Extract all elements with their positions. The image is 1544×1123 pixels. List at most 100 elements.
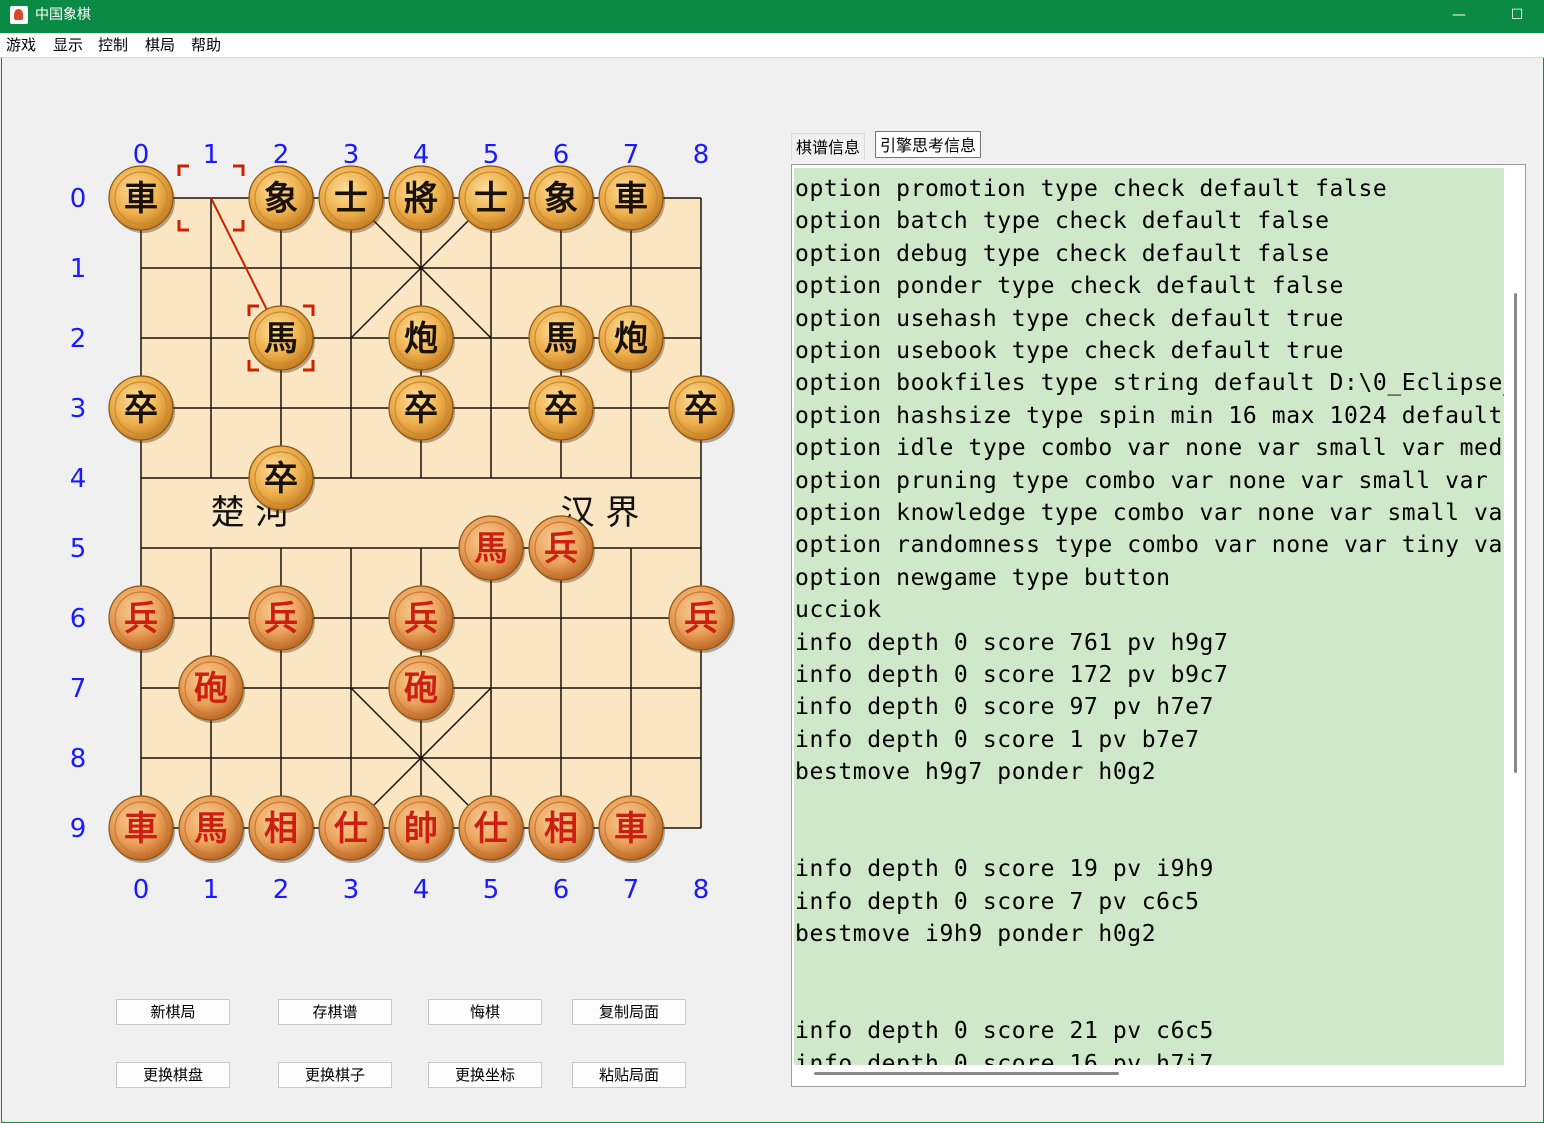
change-coords-button[interactable]: 更换坐标 (428, 1062, 542, 1088)
tab-engine-thinking[interactable]: 引擎思考信息 (875, 131, 982, 158)
log-line: option knowledge type combo var none var… (795, 500, 1504, 526)
piece-char: 卒 (544, 389, 578, 429)
paste-position-button[interactable]: 粘贴局面 (572, 1062, 686, 1088)
log-line: option ponder type check default false (795, 273, 1344, 300)
tab-record-info[interactable]: 棋谱信息 (791, 133, 866, 160)
piece-char: 仕 (334, 809, 368, 849)
col-label-bottom: 6 (553, 875, 570, 905)
piece-char: 炮 (404, 319, 438, 359)
log-line: option randomness type combo var none va… (795, 532, 1504, 559)
piece-char: 兵 (684, 599, 718, 639)
log-line: option newgame type button (795, 564, 1171, 591)
log-line: option promotion type check default fals… (795, 176, 1388, 202)
piece-char: 馬 (264, 319, 298, 359)
red-piece[interactable]: 馬 (178, 795, 245, 863)
col-label-top: 8 (693, 140, 710, 170)
log-line: info depth 0 score 19 pv i9h9 (795, 856, 1214, 883)
piece-char: 車 (124, 179, 158, 219)
log-line: option pruning type combo var none var s… (795, 467, 1504, 494)
piece-char: 士 (474, 179, 508, 219)
engine-log-panel[interactable]: option promotion type check default fals… (791, 164, 1526, 1087)
new-game-button[interactable]: 新棋局 (116, 999, 230, 1025)
log-line: info depth 0 score 21 pv c6c5 (795, 1018, 1214, 1045)
piece-char: 車 (124, 809, 158, 849)
black-piece[interactable]: 卒 (108, 375, 175, 443)
piece-char: 相 (264, 809, 298, 849)
log-line: option idle type combo var none var smal… (795, 435, 1504, 462)
piece-char: 兵 (124, 599, 158, 639)
log-line: info depth 0 score 97 pv h7e7 (795, 694, 1214, 721)
log-line: option usehash type check default true (795, 305, 1344, 332)
piece-char: 馬 (544, 319, 578, 359)
red-piece[interactable]: 車 (598, 795, 665, 863)
red-piece[interactable]: 相 (248, 795, 315, 863)
col-label-bottom: 4 (413, 875, 430, 905)
row-label: 9 (70, 814, 87, 844)
horizontal-scrollbar[interactable] (814, 1072, 1119, 1075)
row-label: 7 (70, 674, 87, 704)
red-piece[interactable]: 車 (108, 795, 175, 863)
piece-char: 車 (614, 179, 648, 219)
piece-char: 象 (544, 179, 578, 219)
black-piece[interactable]: 車 (108, 165, 175, 233)
red-piece[interactable]: 兵 (108, 585, 175, 653)
copy-position-button[interactable]: 复制局面 (572, 999, 686, 1025)
piece-char: 卒 (404, 389, 438, 429)
undo-button[interactable]: 悔棋 (428, 999, 542, 1025)
col-label-bottom: 5 (483, 875, 500, 905)
change-pieces-button[interactable]: 更换棋子 (278, 1062, 392, 1088)
row-label: 5 (70, 534, 87, 564)
log-line: option usebook type check default true (795, 338, 1344, 364)
save-record-button[interactable]: 存棋谱 (278, 999, 392, 1025)
log-line: info depth 0 score 16 pv h7i7 (795, 1050, 1214, 1065)
row-label: 8 (70, 744, 87, 774)
piece-char: 仕 (474, 809, 508, 849)
log-line: ucciok (795, 597, 882, 624)
row-label: 6 (70, 604, 87, 634)
engine-log-text[interactable]: option promotion type check default fals… (794, 168, 1504, 1065)
log-line: option bookfiles type string default D:\… (795, 370, 1504, 397)
piece-char: 砲 (404, 669, 438, 709)
log-line: bestmove h9g7 ponder h0g2 (795, 759, 1157, 786)
log-line: info depth 0 score 761 pv h9g7 (795, 629, 1229, 656)
piece-char: 士 (334, 179, 368, 219)
col-label-bottom: 3 (343, 875, 360, 905)
vertical-scrollbar[interactable] (1514, 293, 1517, 773)
red-piece[interactable]: 相 (528, 795, 595, 863)
col-label-bottom: 8 (693, 875, 710, 905)
piece-char: 馬 (194, 809, 228, 849)
col-label-top: 1 (203, 140, 220, 170)
piece-char: 卒 (124, 389, 158, 429)
log-line: info depth 0 score 172 pv b9c7 (795, 662, 1229, 688)
row-label: 4 (70, 464, 87, 494)
red-piece[interactable]: 仕 (458, 795, 525, 863)
red-piece[interactable]: 帥 (388, 795, 455, 863)
piece-char: 馬 (474, 529, 508, 569)
col-label-bottom: 2 (273, 875, 290, 905)
log-line: info depth 0 score 1 pv b7e7 (795, 726, 1200, 753)
piece-char: 兵 (404, 599, 438, 639)
change-board-button[interactable]: 更换棋盘 (116, 1062, 230, 1088)
log-line: option debug type check default false (795, 240, 1330, 267)
piece-char: 砲 (194, 669, 228, 709)
log-line: info depth 0 score 7 pv c6c5 (795, 888, 1200, 915)
log-line: option batch type check default false (795, 208, 1330, 235)
log-line: bestmove i9h9 ponder h0g2 (795, 921, 1157, 948)
piece-char: 炮 (614, 319, 648, 359)
piece-char: 帥 (404, 809, 438, 849)
row-label: 3 (70, 394, 87, 424)
piece-char: 象 (264, 179, 298, 219)
piece-char: 兵 (264, 599, 298, 639)
piece-char: 卒 (264, 459, 298, 499)
row-label: 1 (70, 254, 87, 284)
piece-char: 將 (404, 179, 438, 219)
col-label-bottom: 0 (133, 875, 150, 905)
row-label: 0 (70, 184, 87, 214)
piece-char: 兵 (544, 529, 578, 569)
piece-char: 卒 (684, 389, 718, 429)
red-piece[interactable]: 仕 (318, 795, 385, 863)
col-label-bottom: 1 (203, 875, 220, 905)
piece-char: 相 (544, 809, 578, 849)
log-line: option hashsize type spin min 16 max 102… (795, 402, 1504, 429)
col-label-bottom: 7 (623, 875, 640, 905)
